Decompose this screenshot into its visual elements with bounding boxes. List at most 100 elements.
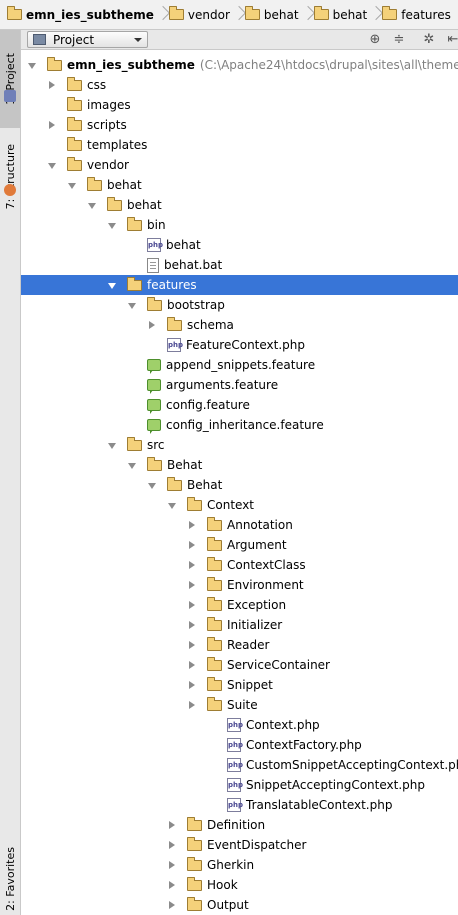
tree-row[interactable]: Reader	[21, 635, 458, 655]
collapsed-arrow-icon[interactable]	[186, 675, 198, 695]
collapsed-arrow-icon[interactable]	[186, 695, 198, 715]
tree-row[interactable]: config.feature	[21, 395, 458, 415]
tree-row[interactable]: ContextClass	[21, 555, 458, 575]
tree-row[interactable]: Output	[21, 895, 458, 915]
tree-row[interactable]: Annotation	[21, 515, 458, 535]
collapsed-arrow-icon[interactable]	[186, 655, 198, 675]
expanded-arrow-icon[interactable]	[166, 495, 178, 515]
collapsed-arrow-icon[interactable]	[166, 875, 178, 895]
tree-item-label: ContextFactory.php	[246, 738, 362, 752]
tree-row[interactable]: EventDispatcher	[21, 835, 458, 855]
gear-icon[interactable]: ✲	[421, 32, 437, 48]
breadcrumb-item-features[interactable]: features	[379, 4, 455, 26]
collapsed-arrow-icon[interactable]	[166, 855, 178, 875]
breadcrumb-item-behat[interactable]: behat	[242, 4, 303, 26]
folder-icon	[207, 676, 222, 691]
tree-row[interactable]: features	[21, 275, 458, 295]
collapsed-arrow-icon[interactable]	[146, 315, 158, 335]
collapse-all-icon[interactable]: ≑	[391, 32, 407, 48]
tree-row[interactable]: src	[21, 435, 458, 455]
tree-row[interactable]: php FeatureContext.php	[21, 335, 458, 355]
tree-row[interactable]: Snippet	[21, 675, 458, 695]
expanded-arrow-icon[interactable]	[106, 215, 118, 235]
collapsed-arrow-icon[interactable]	[166, 895, 178, 915]
tree-row[interactable]: templates	[21, 135, 458, 155]
tree-row[interactable]: php TranslatableContext.php	[21, 795, 458, 815]
collapsed-arrow-icon[interactable]	[186, 615, 198, 635]
tree-row[interactable]: Behat	[21, 475, 458, 495]
tree-row[interactable]: Environment	[21, 575, 458, 595]
expanded-arrow-icon[interactable]	[46, 155, 58, 175]
tab-favorites[interactable]: 2: Favorites	[0, 842, 20, 915]
tree-row[interactable]: bootstrap	[21, 295, 458, 315]
tab-project[interactable]: 1: Project	[0, 30, 20, 128]
arrow-placeholder	[126, 395, 138, 415]
tree-row[interactable]: css	[21, 75, 458, 95]
tree-row[interactable]: Exception	[21, 595, 458, 615]
tree-row[interactable]: images	[21, 95, 458, 115]
view-mode-dropdown[interactable]: Project	[27, 31, 148, 48]
collapsed-arrow-icon[interactable]	[186, 575, 198, 595]
tab-structure[interactable]: 7: Structure	[0, 122, 20, 232]
hide-panel-icon[interactable]: ⇤	[445, 32, 458, 48]
tree-row[interactable]: bin	[21, 215, 458, 235]
expanded-arrow-icon[interactable]	[146, 475, 158, 495]
php-tool-icon[interactable]	[4, 90, 16, 102]
target-icon[interactable]: ⊕	[367, 32, 383, 48]
folder-icon	[127, 436, 142, 451]
breadcrumb-item-vendor[interactable]: vendor	[166, 4, 234, 26]
folder-icon	[207, 616, 222, 631]
tree-row[interactable]: php Context.php	[21, 715, 458, 735]
tree-row[interactable]: arguments.feature	[21, 375, 458, 395]
collapsed-arrow-icon[interactable]	[46, 75, 58, 95]
collapsed-arrow-icon[interactable]	[186, 555, 198, 575]
collapsed-arrow-icon[interactable]	[46, 115, 58, 135]
tree-row[interactable]: scripts	[21, 115, 458, 135]
tree-row[interactable]: Gherkin	[21, 855, 458, 875]
breadcrumb-label: emn_ies_subtheme	[26, 7, 154, 22]
tree-item-label: Context.php	[246, 718, 320, 732]
tree-row[interactable]: emn_ies_subtheme (C:\Apache24\htdocs\drup…	[21, 55, 458, 75]
tree-row[interactable]: config_inheritance.feature	[21, 415, 458, 435]
folder-icon	[107, 196, 122, 211]
tree-item-label: CustomSnippetAcceptingContext.php	[246, 758, 458, 772]
tree-row[interactable]: behat	[21, 175, 458, 195]
tree-row[interactable]: Hook	[21, 875, 458, 895]
expanded-arrow-icon[interactable]	[86, 195, 98, 215]
tree-row[interactable]: Definition	[21, 815, 458, 835]
expanded-arrow-icon[interactable]	[126, 455, 138, 475]
tree-row[interactable]: behat.bat	[21, 255, 458, 275]
folder-icon	[207, 636, 222, 651]
tree-row[interactable]: php SnippetAcceptingContext.php	[21, 775, 458, 795]
expanded-arrow-icon[interactable]	[106, 435, 118, 455]
collapsed-arrow-icon[interactable]	[186, 515, 198, 535]
collapsed-arrow-icon[interactable]	[186, 635, 198, 655]
collapsed-arrow-icon[interactable]	[186, 535, 198, 555]
tree-row[interactable]: php behat	[21, 235, 458, 255]
tree-row[interactable]: Context	[21, 495, 458, 515]
tree-row[interactable]: append_snippets.feature	[21, 355, 458, 375]
tree-row[interactable]: php ContextFactory.php	[21, 735, 458, 755]
expanded-arrow-icon[interactable]	[26, 55, 38, 75]
folder-icon	[207, 656, 222, 671]
collapsed-arrow-icon[interactable]	[166, 815, 178, 835]
tree-row[interactable]: php CustomSnippetAcceptingContext.php	[21, 755, 458, 775]
tree-row[interactable]: ServiceContainer	[21, 655, 458, 675]
tree-row[interactable]: Initializer	[21, 615, 458, 635]
expanded-arrow-icon[interactable]	[106, 275, 118, 295]
expanded-arrow-icon[interactable]	[126, 295, 138, 315]
expanded-arrow-icon[interactable]	[66, 175, 78, 195]
breadcrumb-item-behat-inner[interactable]: behat	[311, 4, 372, 26]
folder-icon	[207, 516, 222, 531]
collapsed-arrow-icon[interactable]	[186, 595, 198, 615]
tree-row[interactable]: behat	[21, 195, 458, 215]
collapsed-arrow-icon[interactable]	[166, 835, 178, 855]
tree-row[interactable]: Argument	[21, 535, 458, 555]
tree-row[interactable]: schema	[21, 315, 458, 335]
tree-row[interactable]: vendor	[21, 155, 458, 175]
arrow-placeholder	[206, 755, 218, 775]
tree-row[interactable]: Behat	[21, 455, 458, 475]
tree-item-label: Exception	[227, 598, 287, 612]
tree-row[interactable]: Suite	[21, 695, 458, 715]
breadcrumb-item-project[interactable]: emn_ies_subtheme	[4, 4, 158, 26]
